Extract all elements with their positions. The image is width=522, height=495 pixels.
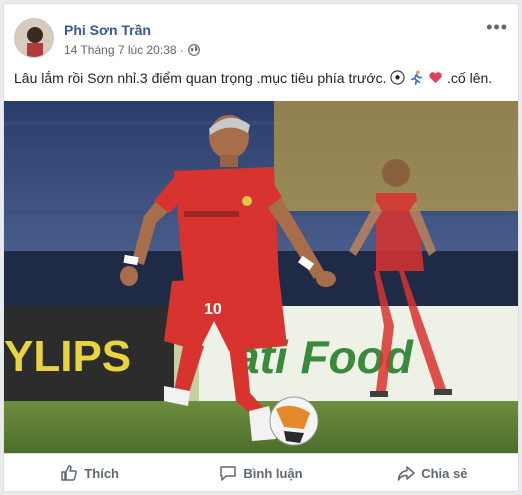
share-button[interactable]: Chia sẻ [347,454,518,491]
football-player-photo: YLIPS ati Food 10 [4,101,518,453]
share-label: Chia sẻ [421,465,468,481]
runner-icon [411,70,423,85]
post-actions-bar: Thích Bình luận Chia sẻ [4,453,518,491]
comment-icon [220,466,237,481]
post-text-end: .cố lên. [447,70,493,86]
ad-banner-left: YLIPS [4,332,131,381]
thumbs-up-icon [61,465,78,481]
soccer-ball-icon [390,70,405,85]
red-heart-icon [429,72,442,84]
post-card: Phi Sơn Trần 14 Tháng 7 lúc 20:38 · ••• … [3,3,519,492]
author-name[interactable]: Phi Sơn Trần [64,22,151,38]
jersey-number: 10 [204,301,222,318]
post-meta: 14 Tháng 7 lúc 20:38 · [64,43,200,57]
post-text: Lâu lắm rồi Sơn nhỉ.3 điểm quan trọng .m… [14,70,492,86]
globe-icon[interactable] [187,44,200,56]
post-timestamp[interactable]: 14 Tháng 7 lúc 20:38 · [64,43,184,57]
more-options-icon[interactable]: ••• [486,18,508,36]
post-photo[interactable]: YLIPS ati Food 10 [4,101,518,453]
like-button[interactable]: Thích [4,454,175,491]
post-header: Phi Sơn Trần 14 Tháng 7 lúc 20:38 · ••• [14,18,508,64]
share-icon [397,466,415,481]
like-label: Thích [84,465,119,481]
post-text-main: Lâu lắm rồi Sơn nhỉ.3 điểm quan trọng .m… [14,70,387,86]
comment-button[interactable]: Bình luận [175,454,346,491]
comment-label: Bình luận [243,465,303,481]
author-avatar[interactable] [14,18,54,58]
